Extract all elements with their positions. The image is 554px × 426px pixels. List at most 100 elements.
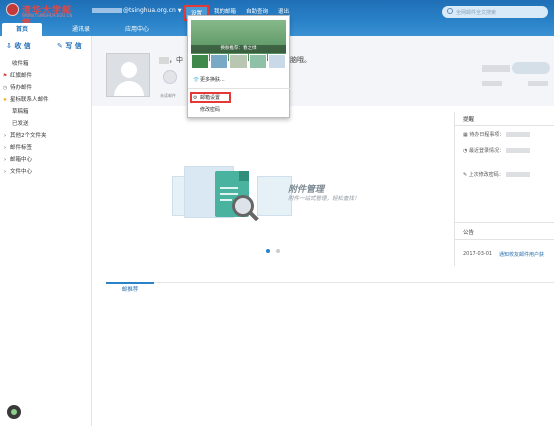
mail-settings-item[interactable]: ⚙ 邮箱设置 — [193, 94, 220, 101]
reminder-label: 待办日程事项： — [469, 132, 505, 138]
mail-actions: ⇩ 收 信 ✎ 写 信 — [0, 41, 92, 53]
announcement-link[interactable]: 通知校友邮件用户获 — [499, 251, 544, 258]
user-email-domain: @tsinghua.org.cn — [123, 7, 176, 14]
calendar-icon: ▦ — [463, 132, 468, 138]
document-line — [220, 199, 232, 201]
sidebar-item-label: 待办邮件 — [10, 85, 33, 91]
sidebar-item-label: 邮箱中心 — [10, 157, 33, 163]
gear-icon: ⚙ — [193, 95, 198, 101]
chevron-down-icon: ▼ — [177, 8, 182, 14]
redacted-value — [505, 148, 530, 153]
login-icon: ◔ — [463, 148, 468, 154]
mail-settings-label: 邮箱设置 — [200, 95, 221, 101]
logo-subtext: WWW.TSINGHUA.EDU.CN — [22, 13, 73, 18]
reminder-row[interactable]: ✎ 上次修改密码： — [463, 171, 530, 178]
reminders-title: 提醒 — [463, 117, 475, 123]
sidebar-item-sent[interactable]: 已发送 — [0, 118, 92, 130]
receive-icon: ⇩ — [6, 42, 12, 50]
carousel-dot-active[interactable] — [266, 249, 270, 253]
redacted-value — [505, 172, 530, 177]
sidebar-item-mail-center[interactable]: › 邮箱中心 — [0, 154, 92, 166]
sidebar-item-todo[interactable]: ◷ 待办邮件 — [0, 82, 92, 94]
theme-thumbnail[interactable] — [191, 54, 210, 69]
sidebar-item-label: 星标联系人邮件 — [10, 97, 49, 103]
document-line — [220, 193, 238, 195]
menu-divider — [188, 88, 291, 89]
tab-contacts[interactable]: 通讯录 — [57, 23, 105, 36]
flag-icon: ⚑ — [2, 73, 8, 79]
search-icon — [447, 8, 453, 14]
user-email-menu[interactable]: @tsinghua.org.cn ▼ — [92, 7, 182, 14]
star-icon: ★ — [2, 97, 8, 103]
sidebar-item-file-center[interactable]: › 文件中心 — [0, 166, 92, 178]
redacted-info — [482, 81, 502, 86]
theme-thumbnails — [191, 54, 287, 69]
theme-thumbnail[interactable] — [229, 54, 248, 69]
sidebar-item-label: 已发送 — [12, 121, 29, 127]
app-launcher-icon[interactable] — [7, 405, 21, 419]
chevron-right-icon: › — [4, 157, 6, 163]
sidebar-item-label: 其他2个文件夹 — [10, 133, 47, 139]
divider — [455, 222, 554, 223]
redacted-value — [506, 132, 531, 137]
sidebar-item-label: 邮件标签 — [10, 145, 33, 151]
sidebar-item-inbox[interactable]: 收件箱 — [0, 58, 92, 70]
tab-app-center[interactable]: 应用中心 — [113, 23, 161, 36]
sidebar-item-other-folders[interactable]: › 其他2个文件夹 — [0, 130, 92, 142]
university-seal-icon — [6, 3, 19, 16]
sidebar-item-flagged[interactable]: ⚑ 红旗邮件 — [0, 70, 92, 82]
receive-button[interactable]: ⇩ 收 信 — [6, 41, 31, 51]
theme-thumbnail[interactable] — [210, 54, 229, 69]
reminder-label: 上次修改密码： — [468, 172, 504, 178]
feature-illustration — [172, 161, 372, 261]
sidebar-item-drafts[interactable]: 草稿箱 — [0, 106, 92, 118]
theme-thumbnail[interactable] — [267, 54, 287, 69]
settings-dropdown: 换肤推荐：春之绿 👕更多换肤... ⚙ 邮箱设置 修改密码 — [187, 15, 291, 118]
info-panel: 提醒 ▦ 待办日程事项： ◔ 最近登录情况： ✎ 上次修改密码： 公告 2017… — [454, 112, 554, 266]
unread-label: 未读邮件 — [160, 93, 176, 98]
redacted-info — [528, 81, 548, 86]
redacted-name — [159, 56, 169, 64]
more-skins-label: 更多换肤... — [200, 77, 225, 83]
illustration-pane — [257, 176, 292, 216]
divider — [455, 239, 554, 240]
change-password-item[interactable]: 修改密码 — [193, 106, 220, 113]
more-skins-item[interactable]: 👕更多换肤... — [193, 76, 225, 83]
tab-home[interactable]: 首页 — [2, 23, 42, 36]
chevron-right-icon: › — [4, 145, 6, 151]
carousel-dot[interactable] — [276, 249, 280, 253]
edit-icon: ✎ — [463, 172, 468, 178]
tab-recommend[interactable]: 邮推荐 — [106, 282, 154, 294]
profile-panel: ，中 电脑哦。 未读邮件 — [92, 36, 554, 106]
redacted-info — [482, 65, 510, 72]
sidebar: ⇩ 收 信 ✎ 写 信 收件箱 ⚑ 红旗邮件 ◷ 待办邮件 ★ 星标联系人邮件 草稿箱… — [0, 36, 92, 426]
change-password-label: 修改密码 — [200, 107, 221, 113]
compose-label: 写 信 — [65, 42, 82, 50]
reminder-label: 最近登录情况： — [468, 148, 504, 154]
sidebar-item-label: 收件箱 — [12, 61, 29, 67]
logo[interactable]: 清华大学邮箱 WWW.TSINGHUA.EDU.CN — [6, 3, 78, 29]
feature-subtitle: 附件一站式管理，轻松查找！ — [288, 196, 360, 202]
sidebar-item-label: 草稿箱 — [12, 109, 29, 115]
compose-button[interactable]: ✎ 写 信 — [57, 41, 82, 51]
search-box[interactable]: 全网邮件全文搜索 — [442, 6, 548, 18]
sidebar-item-starred[interactable]: ★ 星标联系人邮件 — [0, 94, 92, 106]
reminder-row[interactable]: ◔ 最近登录情况： — [463, 147, 530, 154]
receive-label: 收 信 — [14, 42, 31, 50]
announcement-date: 2017-03-01 — [463, 251, 493, 257]
weather-icon — [512, 62, 550, 74]
chevron-right-icon: › — [4, 169, 6, 175]
divider — [106, 282, 554, 283]
mail-icon[interactable] — [163, 70, 177, 84]
clock-icon: ◷ — [2, 85, 8, 91]
sidebar-item-tags[interactable]: › 邮件标签 — [0, 142, 92, 154]
shirt-icon: 👕 — [193, 77, 200, 83]
sidebar-item-label: 文件中心 — [10, 169, 33, 175]
avatar-head-icon — [121, 62, 137, 78]
theme-caption: 换肤推荐：春之绿 — [191, 45, 286, 53]
theme-thumbnail[interactable] — [248, 54, 267, 69]
redacted-username — [92, 8, 122, 13]
document-fold — [239, 171, 249, 181]
reminder-row[interactable]: ▦ 待办日程事项： — [463, 131, 531, 138]
avatar[interactable] — [106, 53, 150, 97]
